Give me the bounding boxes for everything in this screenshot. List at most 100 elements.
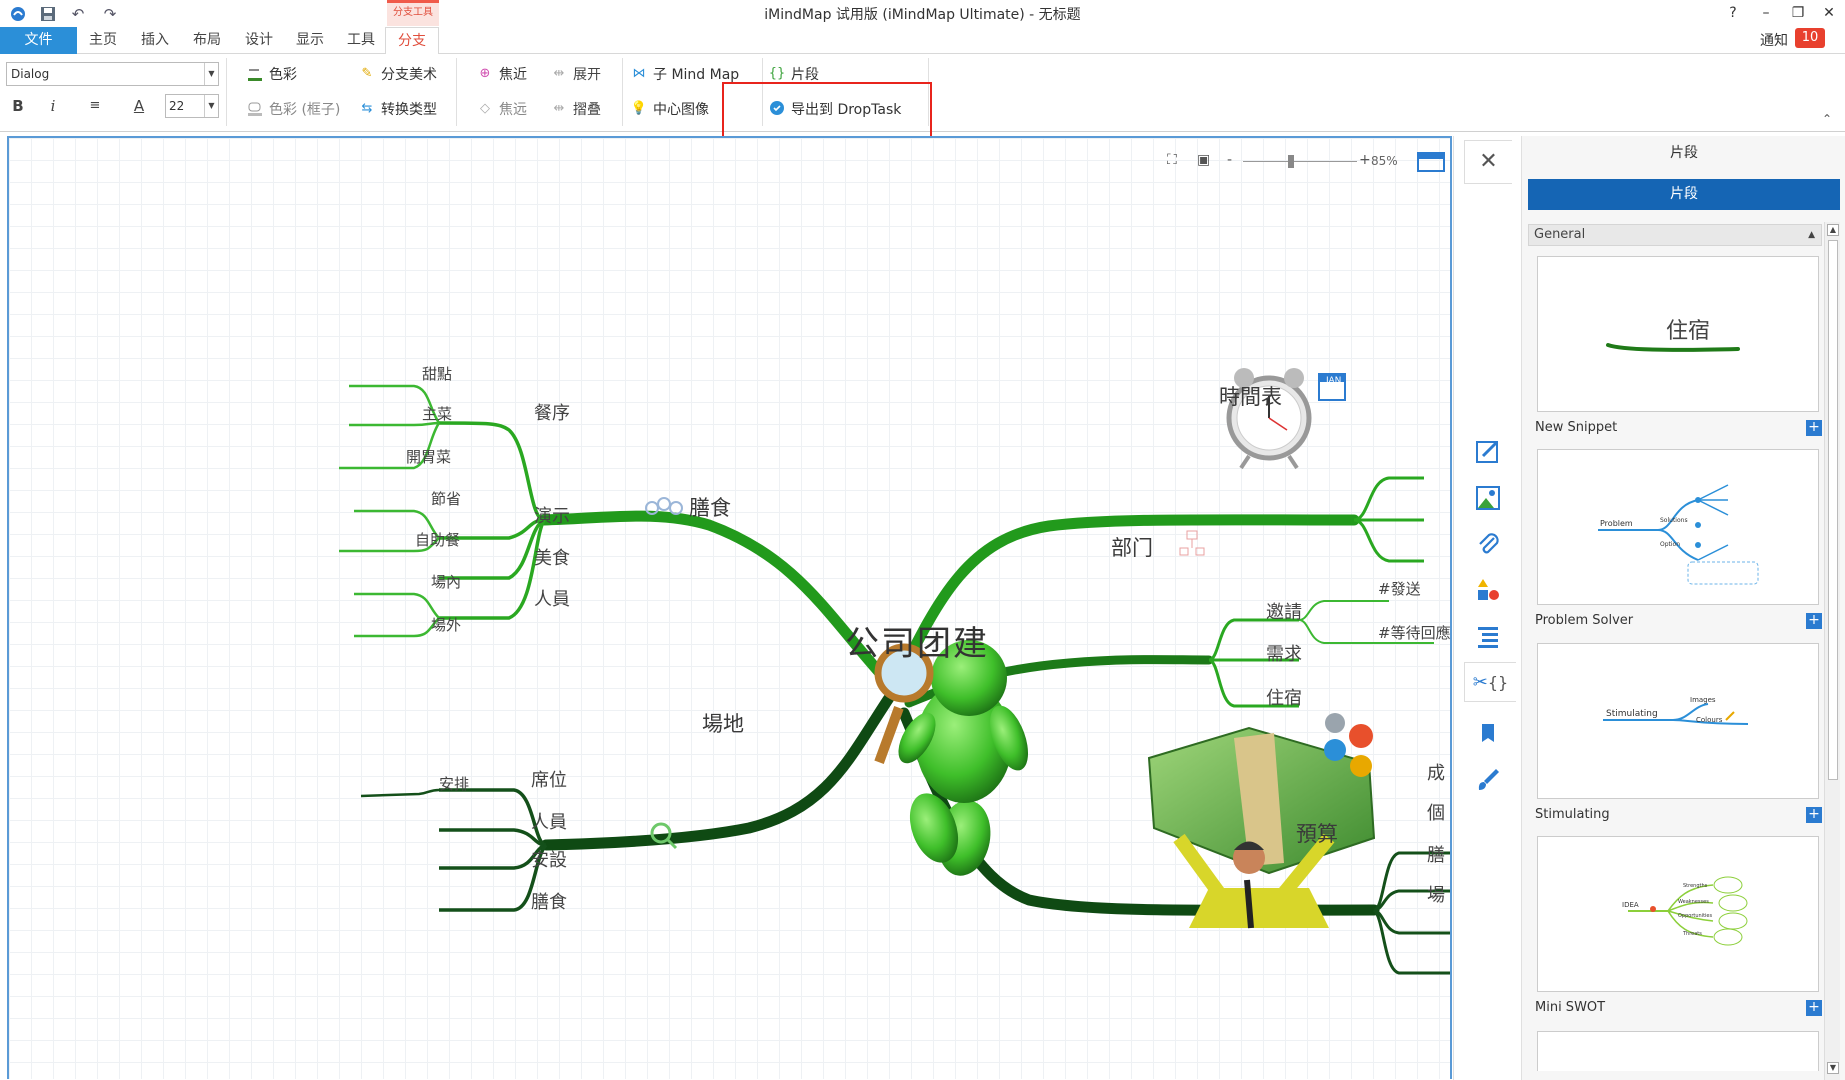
zoom-in-button[interactable]: + <box>1359 152 1371 168</box>
tab-insert[interactable]: 插入 <box>132 27 178 54</box>
venue-child-1[interactable]: 席位 <box>531 766 567 792</box>
budget-child-4[interactable]: 場 <box>1427 881 1445 907</box>
central-figure-image[interactable] <box>874 640 1035 880</box>
demo-leaf-1[interactable]: 節省 <box>431 488 461 509</box>
collapse-button[interactable]: ⇹ 摺叠 <box>550 98 601 120</box>
snippet-preview[interactable]: IDEA Strengths Weaknesses Opportunities … <box>1537 836 1819 992</box>
close-panel-icon[interactable]: ✕ <box>1464 140 1512 184</box>
invite-tag-2[interactable]: #等待回應 <box>1378 622 1450 643</box>
shapes-icon[interactable] <box>1468 570 1508 610</box>
align-icon[interactable]: ≡ <box>84 96 106 116</box>
paint-brush-icon[interactable] <box>1468 760 1508 800</box>
chevron-up-icon[interactable]: ▲ <box>1808 225 1815 245</box>
zoom-slider[interactable] <box>1243 161 1357 162</box>
mindmap-canvas[interactable]: 公司团建 膳食 場地 時間表 部门 預算 JAN 餐序 演示 美食 人員 甜點 … <box>7 136 1452 1079</box>
tab-layout[interactable]: 布局 <box>184 27 230 54</box>
dept-child-1[interactable]: 邀請 <box>1266 598 1302 624</box>
notification-count-badge[interactable]: 10 <box>1795 28 1825 48</box>
notifications-label[interactable]: 通知 <box>1760 30 1788 50</box>
venue-child-2[interactable]: 人員 <box>531 808 567 834</box>
add-snippet-icon[interactable]: + <box>1806 1000 1822 1016</box>
tab-tools[interactable]: 工具 <box>338 27 384 54</box>
panel-layout-icon[interactable] <box>1417 152 1445 172</box>
minimize-button[interactable]: – <box>1752 2 1780 24</box>
font-color-icon[interactable]: A <box>128 96 150 116</box>
central-topic[interactable]: 公司团建 <box>845 616 989 665</box>
seat-leaf-1[interactable]: 安排 <box>439 773 469 794</box>
food-child-3[interactable]: 美食 <box>534 544 570 570</box>
branch-department[interactable]: 部门 <box>1111 532 1153 562</box>
notes-icon[interactable] <box>1468 432 1508 472</box>
title-bar: ↶ ↷ 分支工具 iMindMap 试用版 (iMindMap Ultimate… <box>0 0 1845 27</box>
convert-type-button[interactable]: ⇆ 转换类型 <box>358 98 437 120</box>
branch-venue[interactable]: 場地 <box>702 708 744 738</box>
central-image-button[interactable]: 💡 中心图像 <box>630 98 709 120</box>
snippet-preview[interactable]: Problem Solutions Option <box>1537 449 1819 605</box>
focus-out-button[interactable]: ◇ 焦远 <box>476 98 527 120</box>
staff-leaf-1[interactable]: 場內 <box>431 571 461 592</box>
expand-button[interactable]: ⇹ 展开 <box>550 63 601 85</box>
calendar-month-label: JAN <box>1326 376 1342 386</box>
italic-button[interactable]: i <box>42 96 64 116</box>
snippets-icon[interactable]: ✂{} <box>1464 662 1516 702</box>
snippet-preview[interactable] <box>1537 1031 1819 1071</box>
course-leaf-3[interactable]: 開胃菜 <box>406 446 451 467</box>
zoom-out-button[interactable]: - <box>1227 152 1232 168</box>
scroll-down-icon[interactable]: ▼ <box>1827 1062 1839 1074</box>
venue-child-4[interactable]: 膳食 <box>531 888 567 914</box>
chevron-down-icon[interactable]: ▼ <box>204 63 218 85</box>
font-size-select[interactable]: 22 ▼ <box>165 94 219 118</box>
attachment-icon[interactable] <box>1468 524 1508 564</box>
dept-child-2[interactable]: 需求 <box>1266 640 1302 666</box>
scroll-up-icon[interactable]: ▲ <box>1827 224 1839 236</box>
branch-budget[interactable]: 預算 <box>1296 818 1338 848</box>
fit-screen-icon[interactable]: ⛶ <box>1167 152 1177 168</box>
chevron-up-icon[interactable]: ⌃ <box>1822 112 1832 126</box>
tab-view[interactable]: 显示 <box>287 27 333 54</box>
branch-art-button[interactable]: ✎ 分支美术 <box>358 63 437 85</box>
tag-icon[interactable] <box>1468 714 1508 754</box>
file-tab[interactable]: 文件 <box>0 27 77 54</box>
branch-schedule[interactable]: 時間表 <box>1219 381 1282 411</box>
snippet-group-header[interactable]: General ▲ <box>1528 224 1822 246</box>
budget-child-3[interactable]: 膳 <box>1427 841 1445 867</box>
dept-child-3[interactable]: 住宿 <box>1266 684 1302 710</box>
budget-child-1[interactable]: 成 <box>1427 759 1445 785</box>
food-child-2[interactable]: 演示 <box>534 502 570 528</box>
close-window-button[interactable]: ✕ <box>1815 2 1843 24</box>
restore-button[interactable]: ❐ <box>1784 2 1812 24</box>
add-snippet-icon[interactable]: + <box>1806 613 1822 629</box>
demo-leaf-2[interactable]: 自助餐 <box>415 529 460 550</box>
add-snippet-icon[interactable]: + <box>1806 420 1822 436</box>
color-button[interactable]: 色彩 <box>246 63 297 85</box>
staff-leaf-2[interactable]: 場外 <box>431 614 461 635</box>
color-box-button[interactable]: 色彩 (框子) <box>246 98 340 120</box>
food-child-4[interactable]: 人員 <box>534 585 570 611</box>
list-icon[interactable] <box>1468 616 1508 656</box>
add-snippet-icon[interactable]: + <box>1806 807 1822 823</box>
image-icon[interactable] <box>1468 478 1508 518</box>
course-leaf-1[interactable]: 甜點 <box>422 363 452 384</box>
scrollbar-thumb[interactable] <box>1828 240 1838 780</box>
venue-child-3[interactable]: 安設 <box>531 846 567 872</box>
zoom-slider-handle[interactable] <box>1287 155 1294 168</box>
tab-design[interactable]: 设计 <box>236 27 282 54</box>
budget-child-2[interactable]: 個 <box>1427 799 1445 825</box>
central-image-label: 中心图像 <box>653 102 709 118</box>
font-family-select[interactable]: Dialog ▼ <box>6 62 219 86</box>
snippet-preview[interactable]: Stimulating Images Colours <box>1537 643 1819 799</box>
course-leaf-2[interactable]: 主菜 <box>422 403 452 424</box>
zoom-bar: ⛶ ▣ - + 85% <box>1167 152 1450 172</box>
panel-scrollbar[interactable]: ▲ ▼ <box>1824 222 1840 1080</box>
help-button[interactable]: ? <box>1719 2 1747 24</box>
snippet-preview[interactable]: 住宿 <box>1537 256 1819 412</box>
food-child-1[interactable]: 餐序 <box>534 399 570 425</box>
branch-food[interactable]: 膳食 <box>689 492 731 522</box>
tab-home[interactable]: 主页 <box>80 27 126 54</box>
chevron-down-icon[interactable]: ▼ <box>204 95 218 117</box>
invite-tag-1[interactable]: #發送 <box>1378 578 1421 599</box>
bold-button[interactable]: B <box>7 96 29 116</box>
actual-size-icon[interactable]: ▣ <box>1197 152 1210 168</box>
focus-in-button[interactable]: ⊕ 焦近 <box>476 63 527 85</box>
tab-branch[interactable]: 分支 <box>385 27 439 55</box>
